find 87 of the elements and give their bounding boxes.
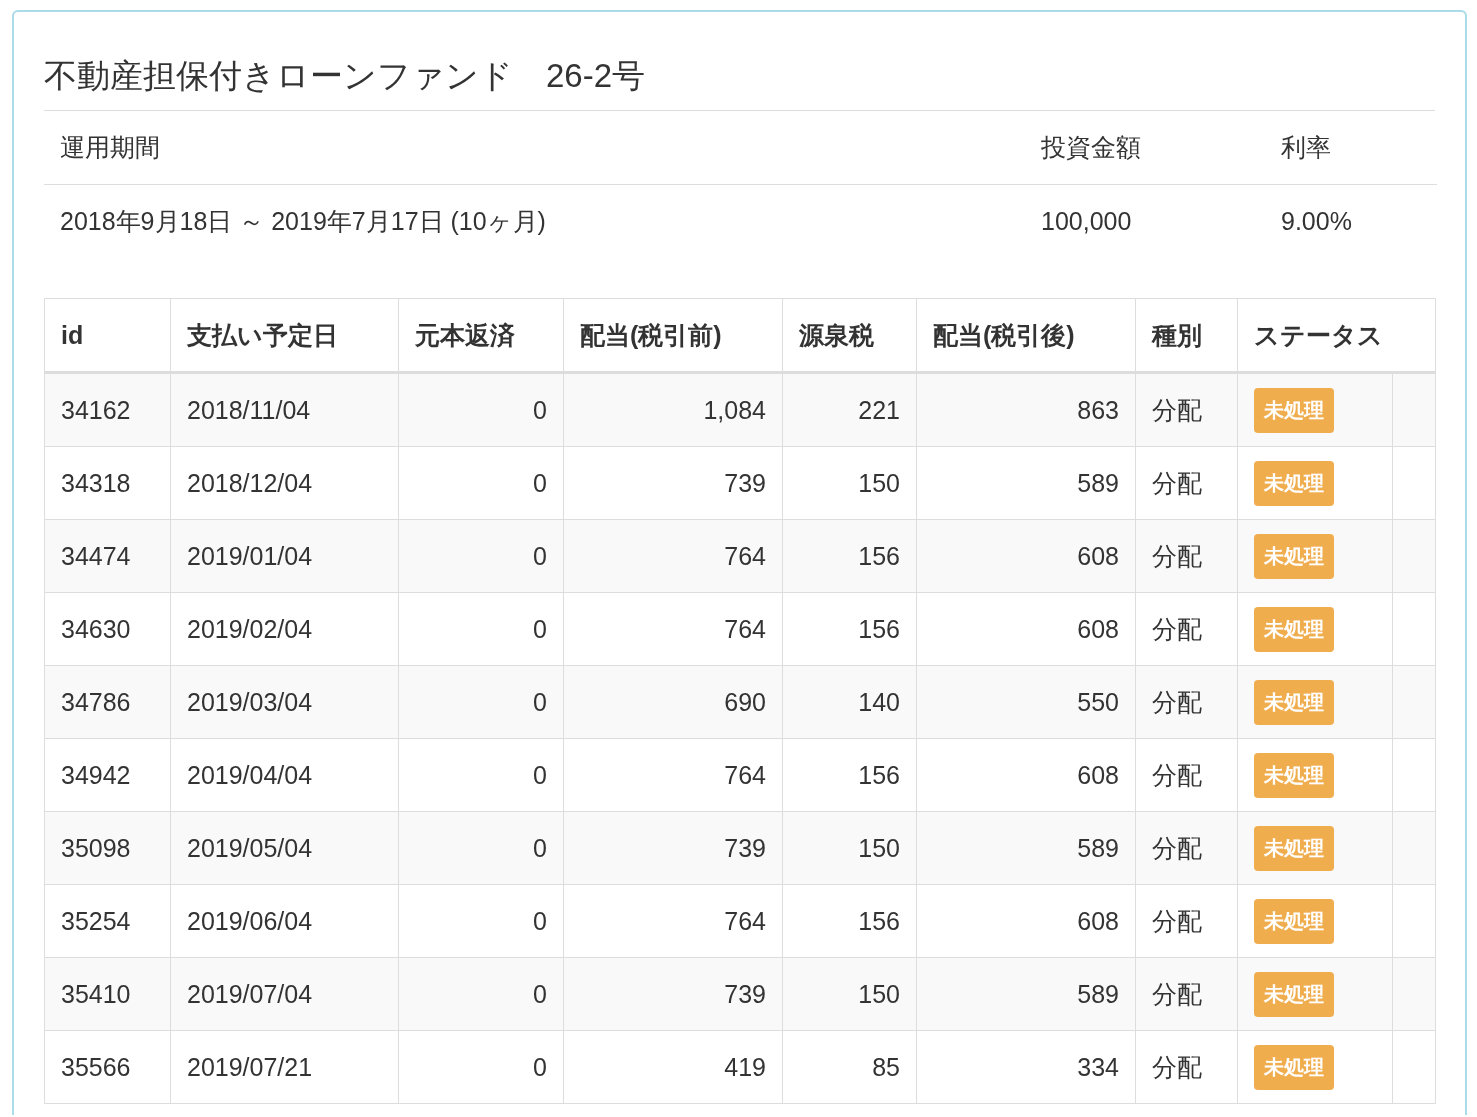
- summary-cell: 9.00%: [1265, 184, 1437, 259]
- table-cell: 150: [782, 811, 917, 885]
- table-cell: 764: [563, 884, 783, 958]
- table-cell: 764: [563, 738, 783, 812]
- status-badge: 未処理: [1254, 752, 1334, 798]
- table-cell: 35410: [44, 957, 171, 1031]
- status-badge: 未処理: [1254, 533, 1334, 579]
- table-cell: 690: [563, 665, 783, 739]
- table-cell: 739: [563, 957, 783, 1031]
- table-cell: 156: [782, 519, 917, 593]
- table-cell: 35254: [44, 884, 171, 958]
- table-cell: 35098: [44, 811, 171, 885]
- status-badge: 未処理: [1254, 1044, 1334, 1090]
- table-cell: 608: [916, 592, 1136, 666]
- table-cell: 0: [398, 738, 564, 812]
- status-badge: 未処理: [1254, 971, 1334, 1017]
- table-cell: 34162: [44, 372, 171, 447]
- table-cell: 589: [916, 811, 1136, 885]
- table-cell: 863: [916, 372, 1136, 447]
- table-cell: 分配: [1135, 519, 1238, 593]
- table-cell: 34942: [44, 738, 171, 812]
- table-cell: 550: [916, 665, 1136, 739]
- table-cell: 2019/02/04: [170, 592, 399, 666]
- summary-header: 投資金額: [1025, 111, 1265, 185]
- table-cell: 分配: [1135, 884, 1238, 958]
- table-cell: 34630: [44, 592, 171, 666]
- table-cell: 419: [563, 1030, 783, 1104]
- table-cell: 764: [563, 592, 783, 666]
- table-cell: 589: [916, 957, 1136, 1031]
- table-cell: 1,084: [563, 372, 783, 447]
- table-cell: 0: [398, 1030, 564, 1104]
- table-cell: 分配: [1135, 665, 1238, 739]
- table-cell: 分配: [1135, 1030, 1238, 1104]
- status-badge: 未処理: [1254, 387, 1334, 433]
- table-cell: 150: [782, 446, 917, 520]
- table-cell: 2019/05/04: [170, 811, 399, 885]
- table-cell: 0: [398, 372, 564, 447]
- table-cell: 608: [916, 519, 1136, 593]
- table-cell: 739: [563, 446, 783, 520]
- table-cell: 2019/04/04: [170, 738, 399, 812]
- summary-cell: 2018年9月18日 ～ 2019年7月17日 (10ヶ月): [44, 184, 1025, 259]
- table-cell: 156: [782, 592, 917, 666]
- table-cell: 0: [398, 519, 564, 593]
- table-cell: 2018/11/04: [170, 372, 399, 447]
- status-badge: 未処理: [1254, 460, 1334, 506]
- table-cell: 2019/06/04: [170, 884, 399, 958]
- table-cell: 分配: [1135, 811, 1238, 885]
- table-cell: 2018/12/04: [170, 446, 399, 520]
- table-cell: 34474: [44, 519, 171, 593]
- table-cell: 0: [398, 446, 564, 520]
- table-cell: 334: [916, 1030, 1136, 1104]
- table-cell: 2019/07/21: [170, 1030, 399, 1104]
- status-badge: 未処理: [1254, 679, 1334, 725]
- table-cell: 739: [563, 811, 783, 885]
- status-badge: 未処理: [1254, 825, 1334, 871]
- summary-cell: 100,000: [1025, 184, 1265, 259]
- table-cell: 156: [782, 884, 917, 958]
- table-cell: 34318: [44, 446, 171, 520]
- table-cell: 分配: [1135, 738, 1238, 812]
- status-badge: 未処理: [1254, 898, 1334, 944]
- table-cell: 608: [916, 884, 1136, 958]
- fund-title: 不動産担保付きローンファンド 26-2号: [44, 12, 1435, 112]
- table-cell: 分配: [1135, 592, 1238, 666]
- table-cell: 35566: [44, 1030, 171, 1104]
- table-cell: 85: [782, 1030, 917, 1104]
- table-cell: 589: [916, 446, 1136, 520]
- table-cell: 2019/01/04: [170, 519, 399, 593]
- status-badge: 未処理: [1254, 606, 1334, 652]
- table-cell: 150: [782, 957, 917, 1031]
- table-cell: 分配: [1135, 957, 1238, 1031]
- table-cell: 2019/03/04: [170, 665, 399, 739]
- table-cell: 2019/07/04: [170, 957, 399, 1031]
- table-cell: 764: [563, 519, 783, 593]
- table-cell: 0: [398, 811, 564, 885]
- table-cell: 0: [398, 592, 564, 666]
- table-cell: 分配: [1135, 372, 1238, 447]
- summary-header: 利率: [1265, 111, 1437, 185]
- table-cell: 0: [398, 665, 564, 739]
- table-cell: 分配: [1135, 446, 1238, 520]
- table-cell: 608: [916, 738, 1136, 812]
- table-cell: 156: [782, 738, 917, 812]
- table-cell: 140: [782, 665, 917, 739]
- summary-header: 運用期間: [44, 111, 1025, 185]
- table-cell: 0: [398, 884, 564, 958]
- table-cell: 221: [782, 372, 917, 447]
- table-cell: 0: [398, 957, 564, 1031]
- table-cell: 34786: [44, 665, 171, 739]
